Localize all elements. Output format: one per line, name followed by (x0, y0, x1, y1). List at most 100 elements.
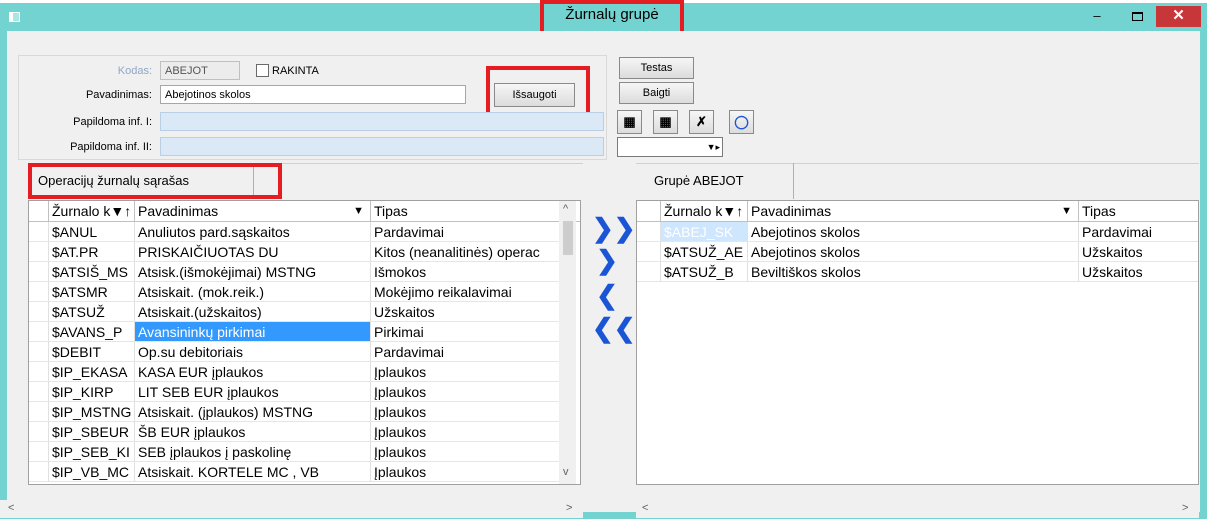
add-all-button[interactable]: ❯❯ (592, 214, 636, 242)
table-cell-tipas[interactable]: Pardavimai (371, 342, 563, 362)
row-selector[interactable] (29, 442, 49, 462)
columns-icon[interactable]: ▦ (617, 110, 642, 134)
minimize-button[interactable]: – (1084, 9, 1110, 27)
table-cell-kodas[interactable]: $ANUL (49, 222, 135, 242)
scroll-right-icon[interactable]: > (1182, 502, 1188, 514)
table-row[interactable]: $AT.PR PRISKAIČIUOTAS DU Kitos (neanalitin… (29, 242, 580, 262)
table-cell-pavadinimas[interactable]: Anuliutos pard.sąskaitos (135, 222, 371, 242)
left-vertical-scrollbar[interactable]: ^ v (559, 201, 576, 484)
row-selector[interactable] (637, 242, 661, 262)
table-row[interactable]: $ATSUŽ_B Beviltiškos skolos Užskaitos (637, 262, 1198, 282)
row-selector[interactable] (637, 262, 661, 282)
table-row[interactable]: $AVANS_P Avansininkų pirkimai Pirkimai (29, 322, 580, 342)
column-header-pavadinimas[interactable]: Pavadinimas ▼ (135, 201, 371, 222)
table-cell-kodas[interactable]: $IP_KIRP (49, 382, 135, 402)
table-row[interactable]: $ATSIŠ_MS Atsisk.(išmokėjimai) MSTNG Išmok… (29, 262, 580, 282)
row-selector[interactable] (29, 462, 49, 482)
row-selector[interactable] (29, 222, 49, 242)
row-selector[interactable] (29, 422, 49, 442)
left-horizontal-scrollbar[interactable]: < > (0, 500, 583, 518)
table-cell-pavadinimas[interactable]: Atsiskait. (mok.reik.) (135, 282, 371, 302)
table-row[interactable]: $IP_KIRP LIT SEB EUR įplaukos Įplaukos (29, 382, 580, 402)
table-cell-tipas[interactable]: Išmokos (371, 262, 563, 282)
table-cell-tipas[interactable]: Įplaukos (371, 422, 563, 442)
scroll-down-icon[interactable]: v (563, 466, 569, 478)
table-row[interactable]: $IP_EKASA KASA EUR įplaukos Įplaukos (29, 362, 580, 382)
scroll-left-icon[interactable]: < (642, 502, 648, 514)
table-cell-tipas[interactable]: Įplaukos (371, 442, 563, 462)
papildoma2-input[interactable] (160, 137, 604, 156)
table-cell-tipas[interactable]: Įplaukos (371, 402, 563, 422)
table-row[interactable]: $IP_SBEUR ŠB EUR įplaukos Įplaukos (29, 422, 580, 442)
table-cell-tipas[interactable]: Pirkimai (371, 322, 563, 342)
window-icon[interactable] (9, 12, 20, 22)
row-selector[interactable] (29, 362, 49, 382)
table-cell-pavadinimas[interactable]: Op.su debitoriais (135, 342, 371, 362)
combo-arrows-icon[interactable]: ▼▸ (707, 139, 720, 155)
table-cell-pavadinimas[interactable]: PRISKAIČIUOTAS DU (135, 242, 371, 262)
table-row[interactable]: $ATSMR Atsiskait. (mok.reik.) Mokėjimo rei… (29, 282, 580, 302)
pin-icon[interactable]: ✗ (689, 110, 714, 134)
table-cell-kodas[interactable]: $ATSIŠ_MS (49, 262, 135, 282)
table-cell-pavadinimas[interactable]: Atsiskait. (įplaukos) MSTNG (135, 402, 371, 422)
row-selector[interactable] (29, 342, 49, 362)
column-header-zurnalo-kodas[interactable]: Žurnalo k▼↑ (49, 201, 135, 222)
right-group-grid[interactable]: Žurnalo k▼↑ Pavadinimas ▼ Tipas $ABEJ_SK A… (636, 200, 1199, 485)
table-row[interactable]: $IP_SEB_KI SEB įplaukos į paskolinę Įplauk… (29, 442, 580, 462)
table-cell-pavadinimas[interactable]: ŠB EUR įplaukos (135, 422, 371, 442)
scroll-right-icon[interactable]: > (566, 502, 572, 514)
table-cell-tipas[interactable]: Mokėjimo reikalavimai (371, 282, 563, 302)
table-cell-pavadinimas[interactable]: Atsiskait.(užskaitos) (135, 302, 371, 322)
scroll-up-icon[interactable]: ^ (563, 203, 568, 215)
table-cell-kodas[interactable]: $AVANS_P (49, 322, 135, 342)
table-cell-tipas[interactable]: Užskaitos (1079, 262, 1198, 282)
row-selector[interactable] (29, 382, 49, 402)
close-button[interactable]: ✕ (1156, 6, 1201, 27)
column-header-tipas[interactable]: Tipas (1079, 201, 1198, 222)
table-cell-tipas[interactable]: Įplaukos (371, 362, 563, 382)
row-selector[interactable] (29, 242, 49, 262)
remove-one-button[interactable]: ❮ (592, 281, 622, 309)
scroll-left-icon[interactable]: < (8, 502, 14, 514)
column-header-tipas[interactable]: Tipas (371, 201, 563, 222)
table-row[interactable]: $IP_MSTNG Atsiskait. (įplaukos) MSTNG Įpla… (29, 402, 580, 422)
row-selector[interactable] (29, 262, 49, 282)
remove-all-button[interactable]: ❮❮ (592, 314, 636, 342)
column-header-pavadinimas[interactable]: Pavadinimas ▼ (748, 201, 1079, 222)
baigti-button[interactable]: Baigti (619, 82, 694, 104)
table-cell-kodas[interactable]: $IP_MSTNG (49, 402, 135, 422)
table-cell-tipas[interactable]: Įplaukos (371, 462, 563, 482)
table-row[interactable]: $ATSUŽ Atsiskait.(užskaitos) Užskaitos (29, 302, 580, 322)
table-cell-tipas[interactable]: Užskaitos (371, 302, 563, 322)
table-cell-kodas[interactable]: $IP_EKASA (49, 362, 135, 382)
table-cell-kodas[interactable]: $IP_VB_MC (49, 462, 135, 482)
table-cell-tipas[interactable]: Pardavimai (1079, 222, 1198, 242)
table-cell-kodas[interactable]: $ATSUŽ_B (661, 262, 748, 282)
selector-combo[interactable]: ▼▸ (617, 137, 723, 157)
right-horizontal-scrollbar[interactable]: < > (636, 500, 1199, 518)
table-row[interactable]: $IP_VB_MC Atsiskait. KORTELE MC , VB Įplau… (29, 462, 580, 482)
table-cell-pavadinimas[interactable]: Atsisk.(išmokėjimai) MSTNG (135, 262, 371, 282)
table-cell-tipas[interactable]: Įplaukos (371, 382, 563, 402)
table-cell-pavadinimas[interactable]: KASA EUR įplaukos (135, 362, 371, 382)
table-cell-pavadinimas[interactable]: Atsiskait. KORTELE MC , VB (135, 462, 371, 482)
table-cell-kodas[interactable]: $AT.PR (49, 242, 135, 262)
row-selector[interactable] (29, 322, 49, 342)
table-cell-tipas[interactable]: Užskaitos (1079, 242, 1198, 262)
rakinta-checkbox[interactable] (256, 64, 269, 77)
table-cell-pavadinimas[interactable]: Beviltiškos skolos (748, 262, 1079, 282)
table-row[interactable]: $DEBIT Op.su debitoriais Pardavimai (29, 342, 580, 362)
table-cell-kodas[interactable]: $DEBIT (49, 342, 135, 362)
table-row[interactable]: $ABEJ_SK Abejotinos skolos Pardavimai (637, 222, 1198, 242)
table-cell-kodas[interactable]: $ATSMR (49, 282, 135, 302)
table-cell-kodas[interactable]: $ATSUŽ_AE (661, 242, 748, 262)
paperclip-icon[interactable]: ◯ (729, 110, 754, 134)
maximize-button[interactable] (1124, 9, 1150, 27)
table-cell-pavadinimas[interactable]: Avansininkų pirkimai (135, 322, 371, 342)
table-row[interactable]: $ANUL Anuliutos pard.sąskaitos Pardavimai (29, 222, 580, 242)
columns-alt-icon[interactable]: ▦ (653, 110, 678, 134)
tab-grupe-abejot[interactable]: Grupė ABEJOT (636, 163, 794, 199)
column-header-zurnalo-kodas[interactable]: Žurnalo k▼↑ (661, 201, 748, 222)
table-cell-kodas[interactable]: $IP_SEB_KI (49, 442, 135, 462)
testas-button[interactable]: Testas (619, 57, 694, 79)
